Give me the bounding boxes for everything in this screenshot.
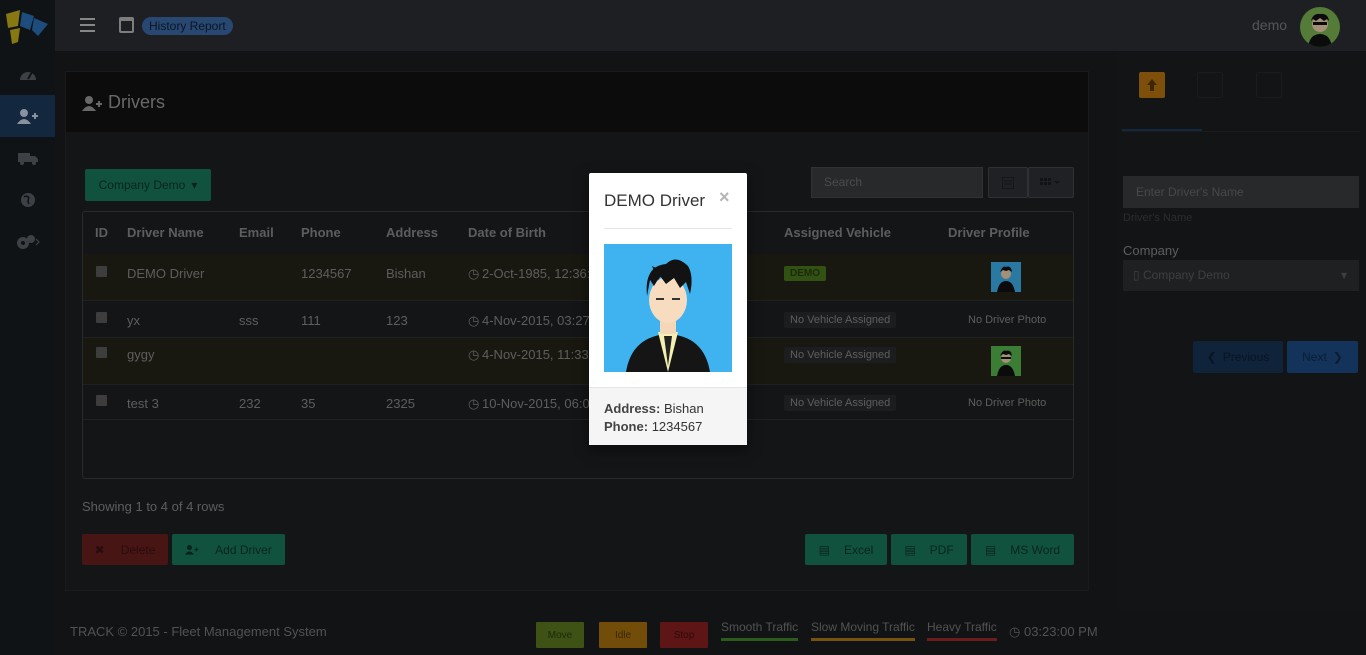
close-icon[interactable]: × [719,187,730,208]
address-value: Bishan [663,401,704,416]
modal-divider [604,228,732,229]
modal-phone: Phone: 1234567 [604,419,702,434]
phone-value: 1234567 [651,419,703,434]
modal-footer: Address: Bishan Phone: 1234567 [589,387,747,445]
driver-detail-modal: DEMO Driver × Address: Bishan Phone: 123… [589,173,747,445]
phone-label: Phone: [604,419,649,434]
driver-photo [604,244,732,372]
address-label: Address: [604,401,661,416]
modal-address: Address: Bishan [604,401,704,416]
modal-title: DEMO Driver [604,191,706,210]
